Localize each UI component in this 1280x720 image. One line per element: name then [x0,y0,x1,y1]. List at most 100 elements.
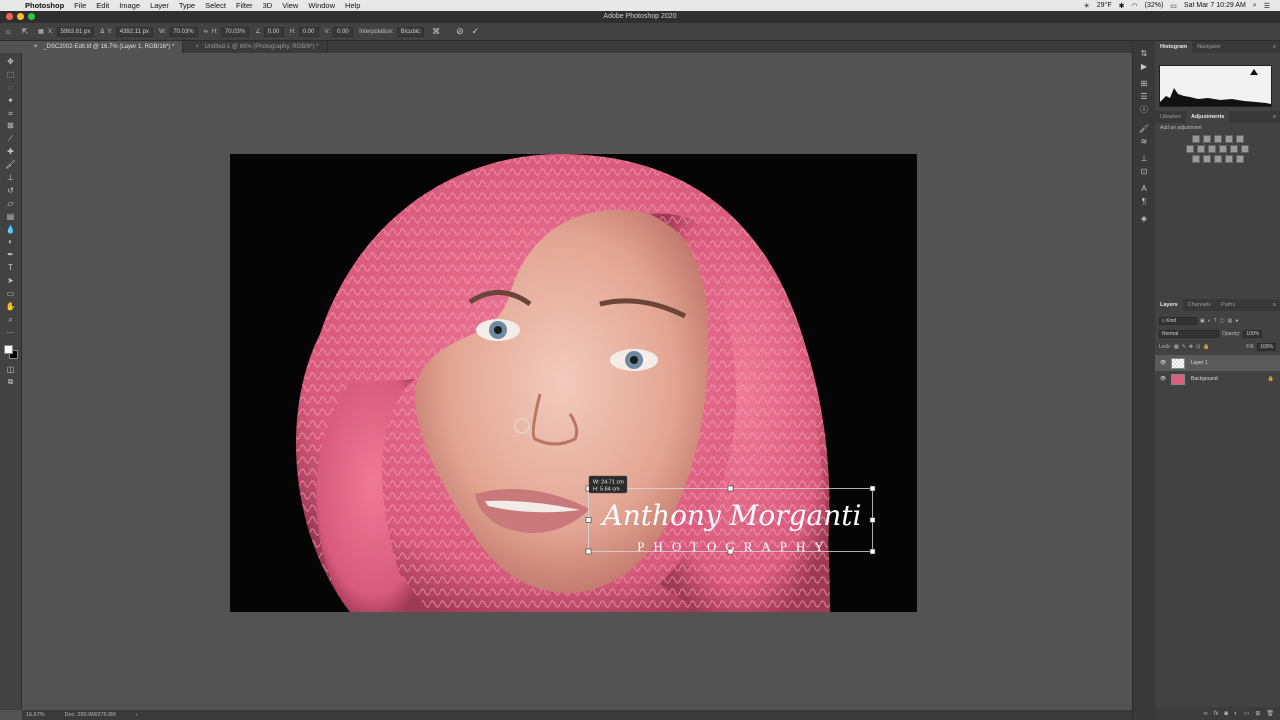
filter-toggle-icon[interactable]: ● [1235,318,1238,324]
quick-mask-icon[interactable]: ◫ [4,364,18,377]
battery-icon[interactable]: ▭ [1170,2,1177,10]
actions-panel-icon[interactable]: ▶ [1137,60,1151,73]
photo-filter-icon[interactable] [1219,145,1227,153]
x-input[interactable]: 5963.81 px [56,26,95,37]
filter-adjustment-icon[interactable]: ◐ [1208,318,1211,324]
blur-tool-icon[interactable]: 💧 [4,224,18,237]
panel-menu-icon[interactable]: ≡ [1273,302,1276,308]
3d-panel-icon[interactable]: ◈ [1137,212,1151,225]
close-tab-icon[interactable]: × [34,44,38,50]
brushes-panel-icon[interactable]: ≋ [1137,135,1151,148]
zoom-level[interactable]: 16.67% [26,712,45,718]
menu-filter[interactable]: Filter [236,1,253,10]
visibility-eye-icon[interactable]: 👁 [1155,376,1171,382]
selective-color-icon[interactable] [1235,155,1244,163]
vskew-input[interactable]: 0.00 [333,26,354,37]
temperature[interactable]: 29°F [1097,2,1112,9]
delta-icon[interactable]: Δ [100,29,104,35]
crop-tool-icon[interactable]: ⌗ [4,108,18,121]
black-white-icon[interactable] [1208,145,1216,153]
lock-transparent-icon[interactable]: ▦ [1174,344,1179,350]
tool-presets-icon[interactable]: ⊡ [1137,165,1151,178]
transform-handle-bottom-right[interactable] [869,548,876,555]
menu-view[interactable]: View [282,1,298,10]
curves-icon[interactable] [1213,135,1222,143]
brightness-contrast-icon[interactable] [1191,135,1200,143]
menu-app[interactable]: Photoshop [25,1,64,10]
width-input[interactable]: 70.03% [169,26,198,37]
panel-menu-icon[interactable]: ≡ [1273,44,1276,50]
gradient-map-icon[interactable] [1224,155,1233,163]
tab-adjustments[interactable]: Adjustments [1186,111,1230,123]
link-icon[interactable]: ∞ [204,29,208,35]
posterize-icon[interactable] [1202,155,1211,163]
zoom-window-button[interactable] [28,13,35,20]
kind-filter-select[interactable]: ⌕ Kind [1159,316,1197,325]
warp-icon[interactable]: ⌘ [432,27,440,36]
canvas-area[interactable]: Anthony Morganti PHOTOGRAPHY W: 24.71 cm… [22,53,1132,710]
layer-row-layer-1[interactable]: 👁 Layer 1 [1155,355,1280,371]
layer-row-background[interactable]: 👁 Background 🔒 [1155,371,1280,387]
close-window-button[interactable] [6,13,13,20]
character-panel-icon[interactable]: A [1137,182,1151,195]
menu-window[interactable]: Window [308,1,335,10]
wifi-icon[interactable]: ◠ [1132,2,1138,10]
search-icon[interactable]: ⌕ [1253,2,1257,10]
clone-source-icon[interactable]: ⊥ [1137,152,1151,165]
history-panel-icon[interactable]: ⇅ [1137,47,1151,60]
eyedropper-tool-icon[interactable]: ⟋ [4,133,18,146]
lock-image-icon[interactable]: ✎ [1182,344,1186,350]
add-mask-icon[interactable]: ◙ [1224,711,1228,717]
pen-tool-icon[interactable]: ✒ [4,249,18,262]
fill-input[interactable]: 100% [1257,342,1276,351]
blend-mode-select[interactable]: Normal [1159,329,1219,338]
trash-icon[interactable]: 🗑 [1266,710,1274,717]
magic-wand-tool-icon[interactable]: ✦ [4,95,18,108]
tab-untitled-1[interactable]: × Untitled-1 @ 66% (Photography, RGB/8*)… [183,41,328,53]
filter-pixel-icon[interactable]: ▣ [1200,318,1205,324]
color-lookup-icon[interactable] [1241,145,1249,153]
minimize-window-button[interactable] [17,13,24,20]
color-swatches[interactable] [3,344,19,360]
menu-3d[interactable]: 3D [263,1,273,10]
menu-type[interactable]: Type [179,1,195,10]
move-tool-icon[interactable]: ✥ [4,56,18,69]
hand-tool-icon[interactable]: ✋ [4,301,18,314]
hskew-input[interactable]: 0.00 [298,26,319,37]
lock-all-icon[interactable]: 🔒 [1203,344,1209,350]
tab-libraries[interactable]: Libraries [1155,111,1186,123]
more-tools-icon[interactable]: ⋯ [4,327,18,340]
battery-percent[interactable]: (32%) [1145,2,1164,9]
shape-tool-icon[interactable]: ▭ [4,288,18,301]
tab-layers[interactable]: Layers [1155,299,1183,311]
color-balance-icon[interactable] [1197,145,1205,153]
menu-select[interactable]: Select [205,1,226,10]
opacity-input[interactable]: 100% [1243,329,1263,338]
tab-channels[interactable]: Channels [1183,299,1216,311]
vibrance-icon[interactable] [1235,135,1244,143]
invert-icon[interactable] [1191,155,1200,163]
menu-image[interactable]: Image [119,1,140,10]
transform-handle-top[interactable] [727,485,734,492]
lock-position-icon[interactable]: ✥ [1189,344,1193,350]
transform-handle-left[interactable] [585,517,592,523]
commit-transform-icon[interactable]: ✓ [472,26,480,37]
clone-stamp-tool-icon[interactable]: ⊥ [4,172,18,185]
cancel-transform-icon[interactable]: ⊘ [456,26,464,37]
lock-artboard-icon[interactable]: ⊡ [1196,344,1200,350]
new-adjustment-icon[interactable]: ◐ [1234,711,1238,717]
filter-type-icon[interactable]: T [1214,318,1217,324]
frame-tool-icon[interactable]: ⊠ [4,120,18,133]
menu-list-icon[interactable]: ☰ [1264,2,1270,10]
type-tool-icon[interactable]: T [4,262,18,275]
close-tab-icon[interactable]: × [195,44,199,50]
paragraph-panel-icon[interactable]: ¶ [1137,195,1151,208]
filter-smart-icon[interactable]: ▤ [1228,318,1233,324]
screen-mode-icon[interactable]: ⧉ [4,376,18,389]
foreground-color-swatch[interactable] [3,344,13,354]
chevron-right-icon[interactable]: › [136,712,138,718]
transform-handle-top-right[interactable] [869,485,876,492]
weather-icon[interactable]: ☀ [1083,2,1089,10]
exposure-icon[interactable] [1224,135,1233,143]
history-brush-tool-icon[interactable]: ↺ [4,185,18,198]
